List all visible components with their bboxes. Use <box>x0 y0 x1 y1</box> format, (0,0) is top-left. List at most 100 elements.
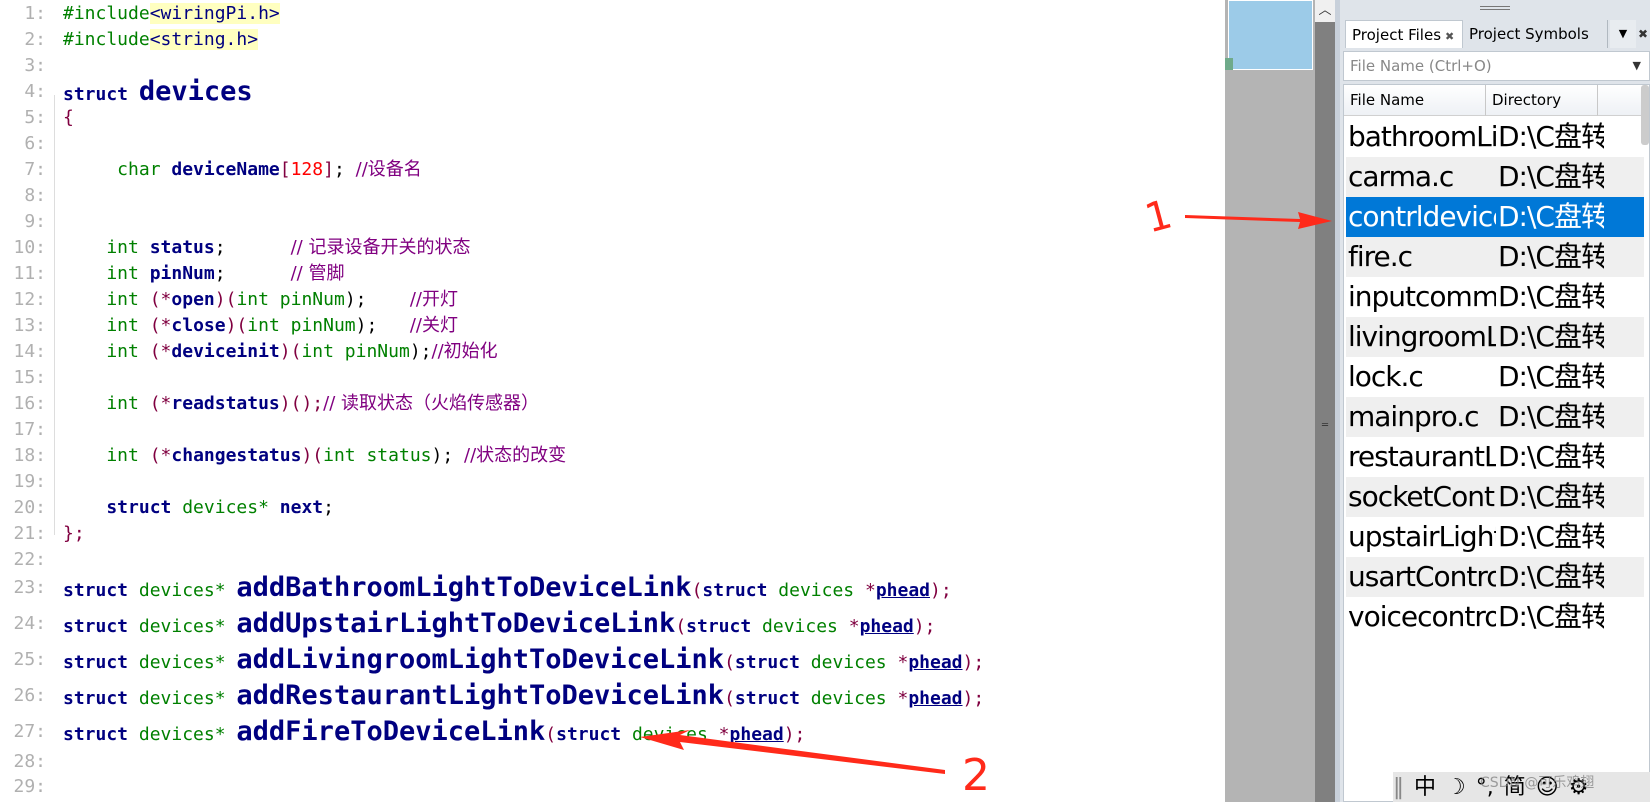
code-text: struct devices* next; <box>63 495 334 521</box>
line-number: 13: <box>13 315 46 336</box>
file-row[interactable]: voicecontrol.cD:\C盘转 <box>1346 597 1644 637</box>
file-row[interactable]: livingroomLight.cD:\C盘转 <box>1346 317 1644 357</box>
code-token: //关灯 <box>409 315 458 336</box>
code-text: int status; // 记录设备开关的状态 <box>63 235 470 261</box>
code-token: struct <box>63 580 139 601</box>
code-token: ; <box>323 497 334 518</box>
panel-drag-handle[interactable] <box>1480 6 1510 10</box>
file-name: contrldevices.h <box>1348 200 1496 233</box>
code-token: int <box>63 393 150 414</box>
code-text: }; <box>63 521 85 547</box>
code-editor[interactable]: 1: #include<wiringPi.h> 2: #include<string.… <box>0 0 1225 802</box>
line-number: 7: <box>24 159 46 180</box>
tab-label: Project Files <box>1352 26 1442 44</box>
ime-grip-icon[interactable]: ‖ <box>1393 775 1404 800</box>
line-number: 2: <box>24 29 46 50</box>
code-token: * <box>897 652 909 673</box>
code-token: int pinNum <box>236 289 345 310</box>
tab-project-files[interactable]: Project Files ✖ <box>1345 20 1463 48</box>
code-token: phead <box>908 688 963 709</box>
close-tab-icon[interactable]: ✖ <box>1445 30 1454 43</box>
file-directory: D:\C盘转 <box>1498 160 1604 193</box>
code-token: devices <box>778 580 865 601</box>
file-row[interactable]: mainpro.c D:\C盘转 <box>1346 397 1644 437</box>
code-token: struct <box>734 652 811 673</box>
project-panel: Project Files ✖ Project Symbols ▼ ✖ File … <box>1340 0 1650 802</box>
column-header-file-name[interactable]: File Name <box>1344 85 1486 116</box>
code-token: int <box>63 237 150 258</box>
file-row[interactable]: upstairLight.cD:\C盘转 <box>1346 517 1644 557</box>
code-token: * <box>718 724 730 745</box>
code-token: int <box>63 445 150 466</box>
file-row[interactable]: bathroomLight.cD:\C盘转 <box>1346 117 1644 157</box>
line-number: 23: <box>13 577 46 598</box>
file-row[interactable]: usartControl.cD:\C盘转 <box>1346 557 1644 597</box>
line-number: 6: <box>24 133 46 154</box>
tab-project-symbols[interactable]: Project Symbols <box>1463 20 1608 48</box>
code-token: readstatus <box>171 393 280 414</box>
code-token: changestatus <box>171 445 302 466</box>
close-panel-icon[interactable]: ✖ <box>1638 20 1648 48</box>
line-number: 5: <box>24 107 46 128</box>
code-text: int (*changestatus)(int status); //状态的改变 <box>63 443 566 469</box>
code-token: * <box>897 688 909 709</box>
file-row[interactable]: restaurantLight.cD:\C盘转 <box>1346 437 1644 477</box>
chevron-down-icon[interactable]: ▼ <box>1633 52 1641 80</box>
code-token: //设备名 <box>355 159 422 180</box>
file-row[interactable]: carma.c D:\C盘转 <box>1346 157 1644 197</box>
scroll-up-icon[interactable]: ︿ <box>1315 0 1335 22</box>
code-token: ); <box>355 315 410 336</box>
code-token: int status <box>323 445 432 466</box>
file-row[interactable]: contrldevices.hD:\C盘转 <box>1346 197 1644 237</box>
code-token: devices* <box>138 724 237 745</box>
file-row[interactable]: lock.c D:\C盘转 <box>1346 357 1644 397</box>
code-token: struct <box>702 580 779 601</box>
file-directory: D:\C盘转 <box>1498 320 1604 353</box>
line-number: 17: <box>13 419 46 440</box>
scroll-grip-icon[interactable]: ═ <box>1319 420 1331 431</box>
code-token: int pinNum <box>301 341 410 362</box>
file-directory: D:\C盘转 <box>1498 200 1604 233</box>
minimap[interactable] <box>1225 0 1315 802</box>
filter-placeholder: File Name (Ctrl+O) <box>1350 57 1492 75</box>
code-token: // 记录设备开关的状态 <box>290 237 471 258</box>
line-number: 27: <box>13 721 46 742</box>
line-number: 9: <box>24 211 46 232</box>
file-directory: D:\C盘转 <box>1498 440 1604 473</box>
code-token: #include <box>63 29 150 50</box>
minimap-viewport[interactable] <box>1228 0 1313 70</box>
code-token: devices <box>631 724 719 745</box>
code-token: char <box>63 159 172 180</box>
code-token: )( <box>301 445 324 466</box>
code-token: <string.h> <box>149 29 259 50</box>
file-table: File Name Directory bathroomLight.cD:\C盘… <box>1343 84 1650 802</box>
file-row[interactable]: fire.c D:\C盘转 <box>1346 237 1644 277</box>
code-token: struct <box>556 724 632 745</box>
code-token: devices* <box>138 688 237 709</box>
column-header-directory[interactable]: Directory <box>1486 85 1598 116</box>
chevron-down-icon[interactable]: ▼ <box>1610 20 1636 48</box>
code-token: // 读取状态（火焰传感器） <box>323 393 539 414</box>
code-token: struct <box>63 84 139 105</box>
file-directory: D:\C盘转 <box>1498 360 1604 393</box>
line-number: 10: <box>13 237 46 258</box>
code-token: )(); <box>279 393 324 414</box>
code-token: status <box>149 237 215 258</box>
line-number: 14: <box>13 341 46 362</box>
line-number: 26: <box>13 685 46 706</box>
code-token: ( <box>724 688 735 709</box>
file-name-filter-input[interactable]: File Name (Ctrl+O) ▼ <box>1343 51 1650 81</box>
file-directory: D:\C盘转 <box>1498 560 1604 593</box>
file-row[interactable]: inputcommand.hD:\C盘转 <box>1346 277 1644 317</box>
code-token: int <box>63 341 150 362</box>
ime-chinese-mode-icon[interactable]: 中 <box>1414 775 1436 800</box>
editor-scrollbar[interactable]: ︿ ═ <box>1315 0 1335 802</box>
ime-moon-icon[interactable]: ☽ <box>1446 775 1466 800</box>
code-text: { <box>63 105 74 131</box>
line-number: 11: <box>13 263 46 284</box>
line-number: 24: <box>13 613 46 634</box>
code-token: //初始化 <box>431 341 498 362</box>
code-token: * <box>864 580 876 601</box>
code-token: devices* <box>138 580 237 601</box>
file-row[interactable]: socketControl.cD:\C盘转 <box>1346 477 1644 517</box>
